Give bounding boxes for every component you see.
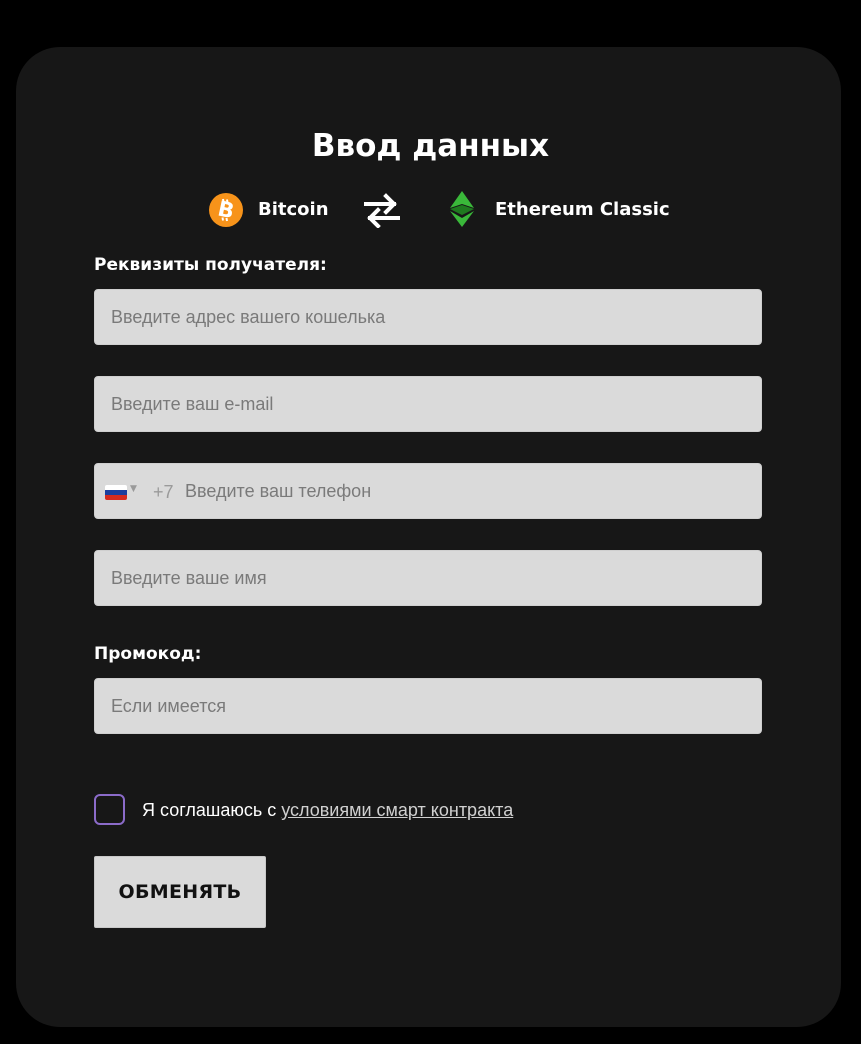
phone-input[interactable]: [95, 464, 761, 518]
name-input[interactable]: [95, 551, 761, 605]
name-field[interactable]: [94, 550, 762, 606]
email-input[interactable]: [95, 377, 761, 431]
page-title: Ввод данных: [311, 128, 550, 164]
wallet-address-input[interactable]: [95, 290, 761, 344]
terms-link[interactable]: условиями смарт контракта: [281, 800, 513, 820]
swap-arrows-icon[interactable]: [362, 192, 402, 228]
to-coin-label: Ethereum Classic: [495, 199, 670, 220]
ethereum-classic-icon: [450, 191, 474, 227]
promo-field[interactable]: [94, 678, 762, 734]
from-coin-label: Bitcoin: [258, 199, 329, 220]
email-field[interactable]: [94, 376, 762, 432]
promo-label: Промокод:: [94, 644, 202, 664]
wallet-address-field[interactable]: [94, 289, 762, 345]
agree-text: Я соглашаюсь с условиями смарт контракта: [142, 794, 513, 826]
bitcoin-icon: B: [209, 193, 243, 227]
chevron-down-icon[interactable]: ▼: [130, 484, 137, 494]
phone-field[interactable]: ▼ +7: [94, 463, 762, 519]
exchange-button[interactable]: ОБМЕНЯТЬ: [94, 856, 266, 928]
ru-flag-icon[interactable]: [105, 485, 127, 500]
recipient-label: Реквизиты получателя:: [94, 255, 327, 275]
promo-input[interactable]: [95, 679, 761, 733]
dial-code: +7: [153, 482, 174, 502]
currency-pair: B Bitcoin Ethereum Classic: [0, 190, 861, 230]
agree-checkbox[interactable]: [94, 794, 125, 825]
agree-prefix: Я соглашаюсь с: [142, 800, 282, 820]
